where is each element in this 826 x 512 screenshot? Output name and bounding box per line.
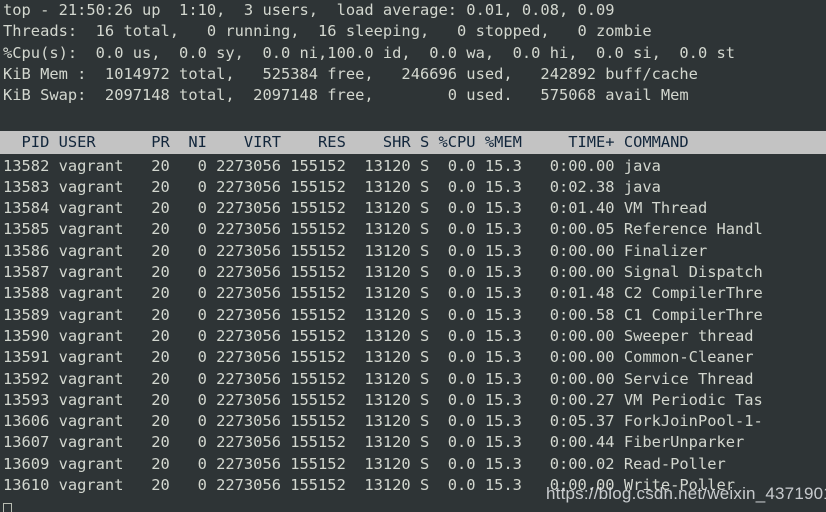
top-summary-line-mem: KiB Mem : 1014972 total, 525384 free, 24… [3, 64, 698, 83]
table-row[interactable]: 13585 vagrant 20 0 2273056 155152 13120 … [0, 219, 826, 240]
table-row[interactable]: 13590 vagrant 20 0 2273056 155152 13120 … [0, 326, 826, 347]
table-row[interactable]: 13584 vagrant 20 0 2273056 155152 13120 … [0, 198, 826, 219]
table-row[interactable]: 13610 vagrant 20 0 2273056 155152 13120 … [0, 475, 826, 496]
table-row[interactable]: 13591 vagrant 20 0 2273056 155152 13120 … [0, 347, 826, 368]
table-row[interactable]: 13583 vagrant 20 0 2273056 155152 13120 … [0, 177, 826, 198]
table-row[interactable]: 13609 vagrant 20 0 2273056 155152 13120 … [0, 454, 826, 475]
top-summary-line-cpu: %Cpu(s): 0.0 us, 0.0 sy, 0.0 ni,100.0 id… [3, 43, 736, 62]
table-row[interactable]: 13592 vagrant 20 0 2273056 155152 13120 … [0, 369, 826, 390]
top-summary-line-uptime: top - 21:50:26 up 1:10, 3 users, load av… [3, 1, 615, 19]
top-summary-blank-line [0, 107, 826, 128]
table-row[interactable]: 13582 vagrant 20 0 2273056 155152 13120 … [0, 156, 826, 177]
terminal-window[interactable]: top - 21:50:26 up 1:10, 3 users, load av… [0, 0, 826, 512]
table-row[interactable]: 13588 vagrant 20 0 2273056 155152 13120 … [0, 283, 826, 304]
process-table-header[interactable]: PID USER PR NI VIRT RES SHR S %CPU %MEM … [0, 131, 826, 154]
terminal-cursor [3, 503, 12, 512]
table-row[interactable]: 13606 vagrant 20 0 2273056 155152 13120 … [0, 411, 826, 432]
table-row[interactable]: 13589 vagrant 20 0 2273056 155152 13120 … [0, 305, 826, 326]
top-summary-line-swap: KiB Swap: 2097148 total, 2097148 free, 0… [3, 86, 689, 105]
top-summary-line-threads: Threads: 16 total, 0 running, 16 sleepin… [3, 22, 652, 41]
table-row[interactable]: 13593 vagrant 20 0 2273056 155152 13120 … [0, 390, 826, 411]
table-row[interactable]: 13586 vagrant 20 0 2273056 155152 13120 … [0, 241, 826, 262]
table-row[interactable]: 13587 vagrant 20 0 2273056 155152 13120 … [0, 262, 826, 283]
table-row[interactable]: 13607 vagrant 20 0 2273056 155152 13120 … [0, 432, 826, 453]
